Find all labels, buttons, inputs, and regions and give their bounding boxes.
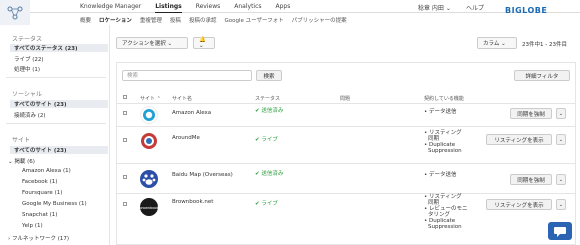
site-name: Amazon Alexa	[172, 110, 212, 116]
status-badge: ✔ 送信済み	[255, 108, 284, 114]
amazon-alexa-logo	[140, 106, 158, 124]
force-sync-button[interactable]: 同期を強制	[510, 108, 552, 119]
tab-locations[interactable]: ロケーション	[99, 16, 132, 24]
divider	[6, 123, 106, 124]
divider	[116, 163, 576, 164]
brownbook-logo: brownbook	[139, 198, 160, 216]
row-checkbox[interactable]	[123, 175, 127, 179]
status-heading: ステータス	[12, 36, 43, 43]
col-site[interactable]: サイト ⌃	[140, 95, 161, 102]
filter-site-foursquare[interactable]: Foursquare (1)	[22, 190, 62, 196]
filter-sites-network[interactable]: › フルネットワーク (17)	[8, 234, 69, 242]
filter-sites-listed[interactable]: ⌄ 掲載 (6)	[8, 157, 35, 165]
nav-analytics[interactable]: Analytics	[234, 3, 261, 13]
help-link[interactable]: ヘルプ	[466, 3, 484, 12]
filter-site-snapchat[interactable]: Snapchat (1)	[22, 212, 57, 218]
status-badge: ✔ ライブ	[255, 137, 278, 143]
nav-listings[interactable]: Listings	[155, 3, 182, 13]
action-select[interactable]: アクションを選択 ⌄	[116, 37, 188, 49]
notification-button[interactable]: 🔔 ⌄	[193, 37, 215, 49]
site-name: Baidu Map (Overseas)	[172, 172, 233, 178]
social-heading: ソーシャル	[12, 91, 42, 98]
tab-duplicates[interactable]: 重複管理	[140, 16, 162, 24]
status-badge: ✔ 送信済み	[255, 171, 284, 177]
filter-site-yelp[interactable]: Yelp (1)	[22, 223, 43, 229]
divider	[116, 103, 576, 104]
divider	[116, 193, 576, 194]
tab-post-approval[interactable]: 投稿の承認	[189, 16, 217, 24]
col-status[interactable]: ステータス	[255, 95, 280, 102]
search-button[interactable]: 検索	[256, 70, 282, 81]
filter-social-all[interactable]: すべてのサイト (23)	[10, 100, 108, 108]
nav-knowledge-manager[interactable]: Knowledge Manager	[80, 3, 141, 13]
filter-sidebar: ステータス すべてのステータス (23) ライブ (22) 処理中 (1) ソー…	[0, 25, 110, 245]
col-issues[interactable]: 問題	[340, 95, 350, 102]
divider	[116, 126, 576, 127]
view-listing-button[interactable]: リスティングを表示	[486, 134, 552, 145]
filter-social-connected[interactable]: 接続済み (2)	[14, 111, 46, 119]
chevron-down-icon[interactable]: ⌄	[556, 108, 566, 119]
features-list: • リスティング 同期 • Duplicate Suppression	[424, 130, 462, 154]
tab-posts[interactable]: 投稿	[170, 16, 181, 24]
select-all-checkbox[interactable]	[123, 95, 127, 99]
features-list: • データ送信	[424, 172, 457, 178]
chevron-down-icon[interactable]: ⌄	[556, 134, 566, 145]
chat-launcher[interactable]	[548, 222, 572, 240]
filter-site-google-my-business[interactable]: Google My Business (1)	[22, 201, 87, 207]
chevron-down-icon[interactable]: ⌄	[556, 199, 566, 210]
site-name: Brownbook.net	[172, 199, 214, 205]
aroundme-logo	[140, 132, 158, 150]
filter-status-all[interactable]: すべてのステータス (23)	[10, 44, 108, 52]
filter-status-live[interactable]: ライブ (22)	[14, 55, 44, 63]
chevron-down-icon[interactable]: ⌄	[556, 174, 566, 185]
features-list: • データ送信	[424, 109, 457, 115]
filter-site-facebook[interactable]: Facebook (1)	[22, 179, 57, 185]
row-checkbox[interactable]	[123, 202, 127, 206]
main-nav: Knowledge Manager Listings Reviews Analy…	[80, 3, 290, 13]
divider	[6, 77, 106, 78]
row-checkbox[interactable]	[123, 111, 127, 115]
nav-reviews[interactable]: Reviews	[196, 3, 221, 13]
sites-heading: サイト	[12, 137, 31, 144]
columns-button[interactable]: カラム ⌄	[477, 37, 517, 49]
nav-apps[interactable]: Apps	[276, 3, 291, 13]
user-menu[interactable]: 稔章 内田 ⌄	[418, 3, 451, 12]
filter-sites-all[interactable]: すべてのサイト (23)	[10, 146, 108, 154]
features-list: • リスティング 同期 • レビューのモニ タリング • Duplicate Suppre…	[424, 194, 468, 230]
detail-filter-button[interactable]: 詳細フィルタ	[514, 70, 570, 81]
baidu-logo	[140, 170, 158, 188]
view-listing-button[interactable]: リスティングを表示	[486, 199, 552, 210]
search-input[interactable]: 検索	[122, 70, 252, 81]
tab-overview[interactable]: 概要	[80, 16, 91, 24]
site-name: AroundMe	[172, 135, 200, 141]
chat-icon	[554, 227, 566, 237]
listings-panel	[116, 62, 576, 245]
tab-google-photos[interactable]: Google ユーザーフォト	[224, 16, 283, 24]
svg-text:brownbook: brownbook	[140, 206, 158, 210]
row-checkbox[interactable]	[123, 138, 127, 142]
filter-site-amazon-alexa[interactable]: Amazon Alexa (1)	[22, 168, 71, 174]
filter-status-processing[interactable]: 処理中 (1)	[14, 65, 40, 73]
tab-publisher-suggestions[interactable]: パブリッシャーの提案	[292, 16, 347, 24]
sub-nav: 概要 ロケーション 重複管理 投稿 投稿の承認 Google ユーザーフォト パ…	[0, 14, 580, 25]
force-sync-button[interactable]: 同期を強制	[510, 174, 552, 185]
col-site-name[interactable]: サイト名	[172, 95, 192, 102]
status-badge: ✔ ライブ	[255, 201, 278, 207]
col-features[interactable]: 契約している機能	[424, 95, 464, 102]
range-text: 23件中1 - 23件目	[522, 42, 567, 48]
